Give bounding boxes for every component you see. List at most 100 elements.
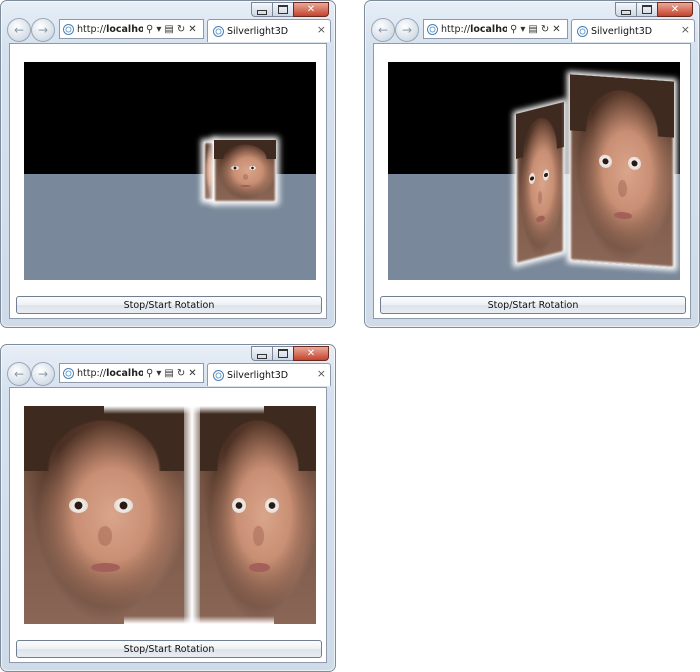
photo-eye [599, 154, 612, 169]
address-bar[interactable]: http://localhost: ⚲ ▾ ▤ ↻ ✕ [59, 363, 204, 383]
cube-top-edge-glow [104, 406, 264, 414]
tab-page-icon [213, 25, 224, 37]
back-arrow-icon: ← [13, 367, 25, 381]
maximize-icon [278, 349, 288, 358]
photo-eye [232, 497, 247, 513]
browser-window-3: ✕ ← → http://localhost: ⚲ ▾ ▤ ↻ ✕ Silver… [0, 344, 336, 672]
cube-left-face [516, 102, 564, 264]
photo-nose [242, 174, 249, 180]
minimize-icon [621, 9, 631, 15]
close-tab-icon[interactable]: × [317, 23, 326, 36]
page-content: Stop/Start Rotation [373, 43, 691, 319]
photo-nose [97, 525, 112, 546]
search-icon[interactable]: ⚲ [510, 24, 517, 35]
forward-arrow-icon: → [401, 23, 413, 37]
maximize-button[interactable] [272, 346, 294, 361]
photo-hair [200, 406, 316, 472]
ie-page-icon [63, 23, 74, 35]
minimize-button[interactable] [251, 2, 273, 17]
search-icon[interactable]: ⚲ [146, 368, 153, 379]
dropdown-icon[interactable]: ▾ [156, 368, 161, 379]
photo-eye [113, 497, 133, 513]
minimize-button[interactable] [251, 346, 273, 361]
refresh-icon[interactable]: ↻ [177, 368, 185, 379]
tab-silverlight3d[interactable]: Silverlight3D × [571, 19, 695, 42]
photo-eye [248, 166, 257, 171]
forward-arrow-icon: → [37, 367, 49, 381]
refresh-icon[interactable]: ↻ [177, 24, 185, 35]
navigation-bar: ← → http://localhost: ⚲ ▾ ▤ ↻ ✕ Silverli… [5, 17, 331, 43]
navigation-bar: ← → http://localhost: ⚲ ▾ ▤ ↻ ✕ Silverli… [369, 17, 695, 43]
photo-eye [628, 156, 641, 171]
compatibility-view-icon[interactable]: ▤ [164, 24, 173, 35]
close-tab-icon[interactable]: × [681, 23, 690, 36]
back-arrow-icon: ← [13, 23, 25, 37]
close-icon: ✕ [306, 3, 316, 15]
compatibility-view-icon[interactable]: ▤ [528, 24, 537, 35]
stop-start-rotation-button[interactable]: Stop/Start Rotation [16, 296, 322, 314]
tab-silverlight3d[interactable]: Silverlight3D × [207, 363, 331, 386]
minimize-icon [257, 9, 267, 15]
stop-icon[interactable]: ✕ [552, 24, 560, 35]
browser-window-2: ✕ ← → http://localhost: ⚲ ▾ ▤ ↻ ✕ Silver… [364, 0, 700, 328]
back-button[interactable]: ← [7, 18, 31, 42]
cube-front-face [214, 140, 276, 202]
close-button[interactable]: ✕ [293, 346, 329, 361]
photo-hair [24, 406, 184, 472]
cube-edge-glow [184, 406, 200, 624]
tab-silverlight3d[interactable]: Silverlight3D × [207, 19, 331, 42]
stop-start-rotation-button[interactable]: Stop/Start Rotation [16, 640, 322, 658]
refresh-icon[interactable]: ↻ [541, 24, 549, 35]
3d-scene[interactable] [24, 406, 316, 624]
stop-icon[interactable]: ✕ [188, 368, 196, 379]
forward-button[interactable]: → [31, 18, 55, 42]
maximize-button[interactable] [272, 2, 294, 17]
photo-eye [231, 166, 239, 171]
photo-nose [253, 525, 264, 546]
ie-page-icon [427, 23, 438, 35]
tab-page-icon [213, 369, 224, 381]
minimize-icon [257, 353, 267, 359]
window-controls: ✕ [251, 2, 329, 17]
stop-icon[interactable]: ✕ [188, 24, 196, 35]
dropdown-icon[interactable]: ▾ [520, 24, 525, 35]
forward-arrow-icon: → [37, 23, 49, 37]
cube-bottom-edge-glow [124, 616, 274, 624]
back-arrow-icon: ← [377, 23, 389, 37]
page-content: Stop/Start Rotation [9, 43, 327, 319]
photo-hair [570, 74, 674, 139]
photo-mouth [613, 211, 633, 221]
3d-scene[interactable] [24, 62, 316, 280]
minimize-button[interactable] [615, 2, 637, 17]
back-button[interactable]: ← [7, 362, 31, 386]
tab-page-icon [577, 25, 588, 37]
close-icon: ✕ [306, 347, 316, 359]
maximize-icon [278, 5, 288, 14]
address-bar[interactable]: http://localhost: ⚲ ▾ ▤ ↻ ✕ [59, 19, 204, 39]
search-icon[interactable]: ⚲ [146, 24, 153, 35]
photo-mouth [536, 214, 545, 223]
window-controls: ✕ [615, 2, 693, 17]
window-controls: ✕ [251, 346, 329, 361]
compatibility-view-icon[interactable]: ▤ [164, 368, 173, 379]
cube-left-face [24, 406, 184, 624]
forward-button[interactable]: → [31, 362, 55, 386]
photo-eye [542, 168, 549, 181]
address-url: http://localhost: [77, 23, 143, 35]
close-button[interactable]: ✕ [293, 2, 329, 17]
dropdown-icon[interactable]: ▾ [156, 24, 161, 35]
close-tab-icon[interactable]: × [317, 367, 326, 380]
3d-scene[interactable] [388, 62, 680, 280]
stop-start-rotation-button[interactable]: Stop/Start Rotation [380, 296, 686, 314]
forward-button[interactable]: → [395, 18, 419, 42]
close-icon: ✕ [670, 3, 680, 15]
address-bar[interactable]: http://localhost: ⚲ ▾ ▤ ↻ ✕ [423, 19, 568, 39]
address-url: http://localhost: [77, 367, 143, 379]
ie-page-icon [63, 367, 74, 379]
address-url: http://localhost: [441, 23, 507, 35]
close-button[interactable]: ✕ [657, 2, 693, 17]
photo-nose [538, 189, 543, 205]
back-button[interactable]: ← [371, 18, 395, 42]
photo-nose [617, 180, 628, 198]
maximize-button[interactable] [636, 2, 658, 17]
